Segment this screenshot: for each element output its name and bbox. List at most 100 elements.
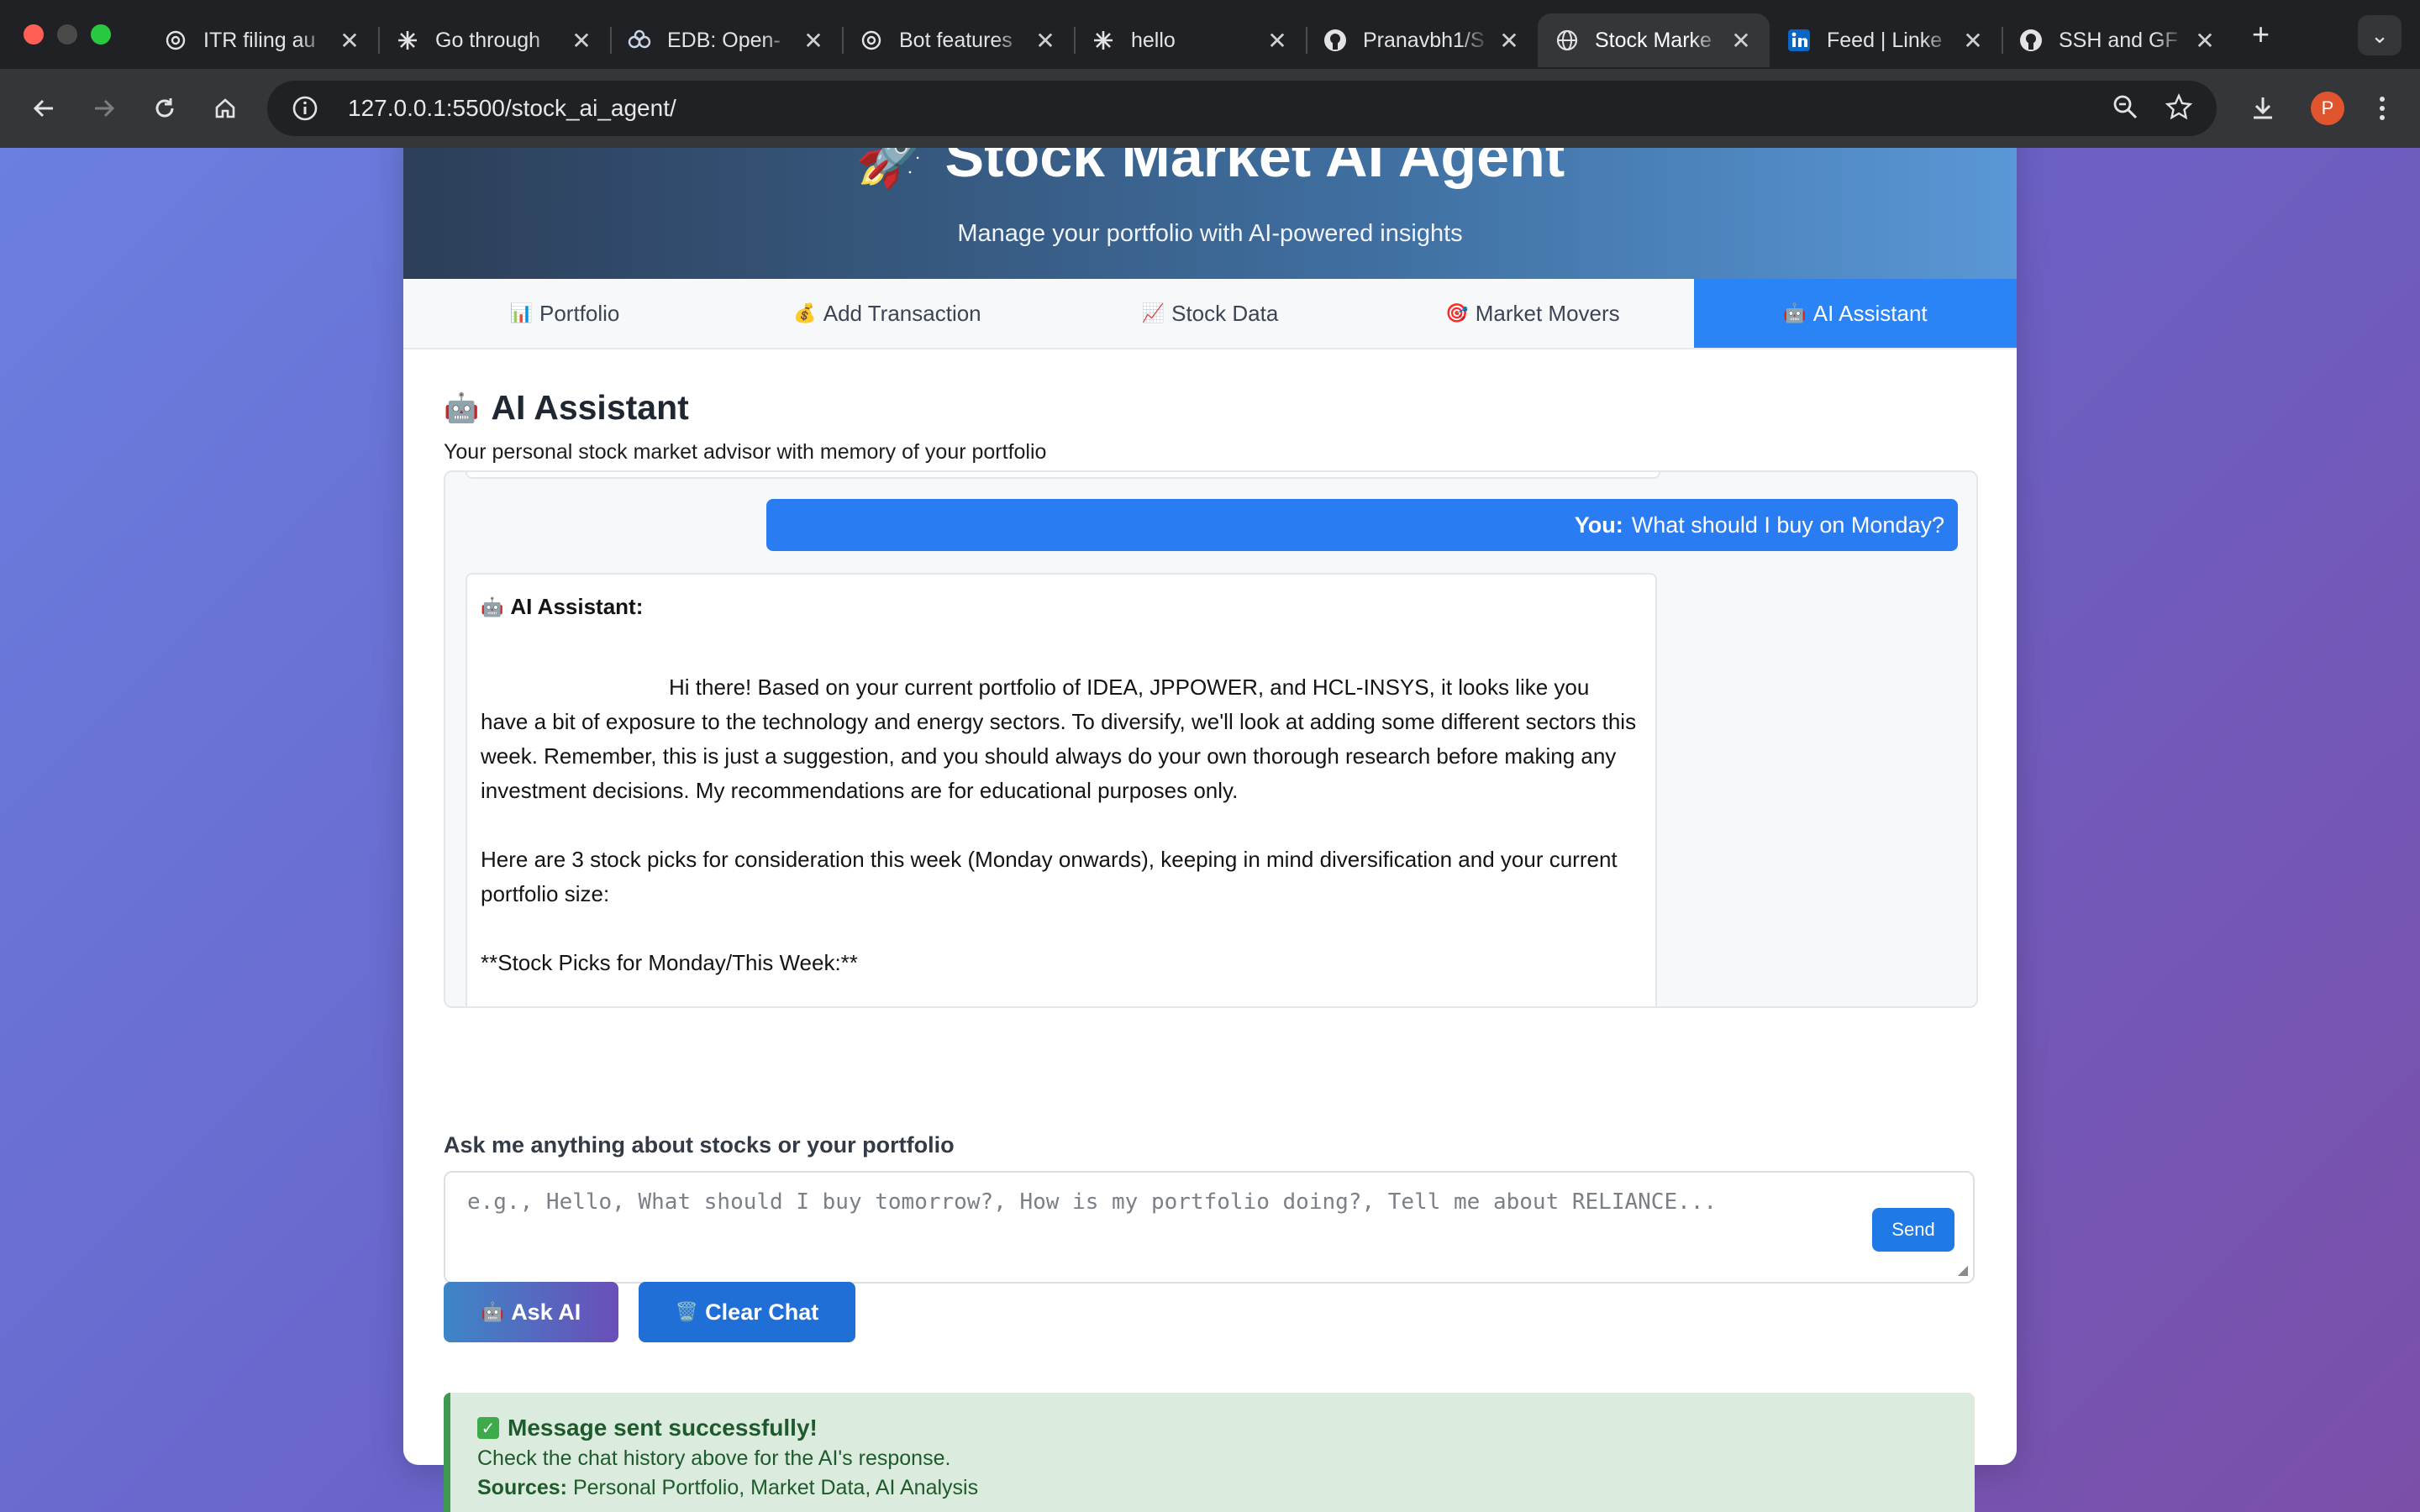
profile-avatar[interactable]: P xyxy=(2311,92,2344,125)
close-tab-icon[interactable]: ✕ xyxy=(1729,27,1753,55)
question-textarea[interactable]: e.g., Hello, What should I buy tomorrow?… xyxy=(444,1171,1975,1284)
ai-paragraph: **Stock Picks for Monday/This Week:** xyxy=(481,950,858,975)
tab-market-movers[interactable]: 🎯 Market Movers xyxy=(1371,279,1694,348)
browser-menu-kebab-icon[interactable] xyxy=(2378,94,2386,123)
browser-tab[interactable]: EDB: Open- ✕ xyxy=(610,13,842,67)
chat-history[interactable]: You: What should I buy on Monday? 🤖 AI A… xyxy=(444,470,1978,1008)
money-bag-icon: 💰 xyxy=(793,302,817,323)
user-message: You: What should I buy on Monday? xyxy=(766,499,1958,551)
user-message-prefix: You: xyxy=(1574,512,1623,538)
tab-label: Add Transaction xyxy=(823,300,981,326)
browser-tab[interactable]: Feed | Linke ✕ xyxy=(1770,13,2002,67)
close-tab-icon[interactable]: ✕ xyxy=(1265,27,1289,55)
close-tab-icon[interactable]: ✕ xyxy=(570,27,593,55)
check-icon: ✓ xyxy=(477,1417,499,1439)
sources-text: Personal Portfolio, Market Data, AI Anal… xyxy=(572,1476,979,1499)
tab-search-chevron-icon[interactable]: ⌄ xyxy=(2358,15,2402,55)
url-text[interactable]: 127.0.0.1:5500/stock_ai_agent/ xyxy=(348,95,676,122)
app-header: 🚀 Stock Market AI Agent Manage your port… xyxy=(403,148,2017,279)
robot-icon: 🤖 xyxy=(481,596,504,617)
ask-ai-button[interactable]: 🤖 Ask AI xyxy=(444,1282,618,1342)
github-icon xyxy=(1323,28,1348,53)
openai-icon xyxy=(859,28,884,53)
browser-tab[interactable]: Pranavbh1/S ✕ xyxy=(1306,13,1538,67)
send-button[interactable]: Send xyxy=(1872,1208,1954,1252)
resize-handle-icon[interactable]: ◢ xyxy=(1958,1262,1968,1278)
close-tab-icon[interactable]: ✕ xyxy=(1034,27,1057,55)
linkedin-icon xyxy=(1786,28,1812,53)
trend-chart-icon: 📈 xyxy=(1141,302,1165,323)
alert-sources: Sources: Personal Portfolio, Market Data… xyxy=(477,1476,1948,1500)
ai-paragraph: Hi there! Based on your current portfoli… xyxy=(481,675,1637,803)
browser-tab-title: Go through xyxy=(435,28,541,52)
app-subtitle: Manage your portfolio with AI-powered in… xyxy=(957,220,1463,247)
tab-add-transaction[interactable]: 💰 Add Transaction xyxy=(726,279,1049,348)
close-window-button[interactable] xyxy=(24,24,44,45)
browser-tab[interactable]: Go through ✕ xyxy=(378,13,610,67)
reload-icon[interactable] xyxy=(148,92,182,125)
trash-icon: 🗑️ xyxy=(675,1301,699,1322)
download-icon[interactable] xyxy=(2249,94,2277,123)
browser-tab-active[interactable]: Stock Marke ✕ xyxy=(1538,13,1770,67)
browser-tab[interactable]: SSH and GF ✕ xyxy=(2002,13,2233,67)
section-subtitle: Your personal stock market advisor with … xyxy=(444,440,1047,464)
browser-tab[interactable]: hello ✕ xyxy=(1074,13,1306,67)
alert-title-text: Message sent successfully! xyxy=(508,1415,818,1441)
robot-icon: 🤖 xyxy=(444,391,480,424)
browser-tab[interactable]: Bot features ✕ xyxy=(842,13,1074,67)
ai-message-body: Hi there! Based on your current portfoli… xyxy=(481,670,1642,980)
window-controls xyxy=(24,24,111,45)
ask-label: Ask me anything about stocks or your por… xyxy=(444,1132,955,1158)
ai-message: 🤖 AI Assistant: Hi there! Based on your … xyxy=(466,573,1657,1006)
close-tab-icon[interactable]: ✕ xyxy=(802,27,825,55)
new-tab-plus-icon[interactable]: + xyxy=(2252,17,2270,52)
clear-chat-label: Clear Chat xyxy=(705,1299,819,1325)
bar-chart-icon: 📊 xyxy=(509,302,533,323)
close-tab-icon[interactable]: ✕ xyxy=(1961,27,1985,55)
maximize-window-button[interactable] xyxy=(91,24,111,45)
zoom-icon[interactable] xyxy=(2111,92,2139,125)
openai-icon xyxy=(163,28,188,53)
ai-message-header: 🤖 AI Assistant: xyxy=(481,590,1642,624)
tab-label: AI Assistant xyxy=(1812,300,1928,326)
browser-tab[interactable]: ITR filing au ✕ xyxy=(146,13,378,67)
tab-portfolio[interactable]: 📊 Portfolio xyxy=(403,279,726,348)
github-icon xyxy=(2018,28,2044,53)
bookmark-star-icon[interactable] xyxy=(2165,92,2193,125)
browser-tab-title: Pranavbh1/S xyxy=(1363,28,1485,52)
home-icon[interactable] xyxy=(208,92,242,125)
minimize-window-button[interactable] xyxy=(57,24,77,45)
target-icon: 🎯 xyxy=(1445,302,1469,323)
close-tab-icon[interactable]: ✕ xyxy=(1497,27,1521,55)
robot-icon: 🤖 xyxy=(481,1301,505,1322)
alert-message: Check the chat history above for the AI'… xyxy=(477,1446,951,1470)
user-message-text: What should I buy on Monday? xyxy=(1631,512,1944,538)
claude-icon xyxy=(1091,28,1116,53)
browser-tab-title: EDB: Open- xyxy=(667,28,781,52)
address-bar[interactable]: 127.0.0.1:5500/stock_ai_agent/ xyxy=(267,81,2217,136)
close-tab-icon[interactable]: ✕ xyxy=(338,27,361,55)
tab-ai-assistant[interactable]: 🤖 AI Assistant xyxy=(1694,279,2017,348)
tab-label: Market Movers xyxy=(1475,300,1620,326)
clear-chat-button[interactable]: 🗑️ Clear Chat xyxy=(639,1282,855,1342)
browser-tab-title: Stock Marke xyxy=(1595,28,1712,52)
tab-stock-data[interactable]: 📈 Stock Data xyxy=(1049,279,1371,348)
tab-label: Portfolio xyxy=(539,300,620,326)
browser-tab-title: Feed | Linke xyxy=(1827,28,1943,52)
ask-ai-label: Ask AI xyxy=(511,1299,581,1325)
app-title-text: Stock Market AI Agent xyxy=(944,148,1565,189)
success-alert: ✓ Message sent successfully! Check the c… xyxy=(444,1393,1975,1512)
back-arrow-icon[interactable] xyxy=(27,92,60,125)
page-viewport: 🚀 Stock Market AI Agent Manage your port… xyxy=(0,148,2420,1512)
forward-arrow-icon[interactable] xyxy=(87,92,121,125)
browser-toolbar: 127.0.0.1:5500/stock_ai_agent/ P xyxy=(0,69,2420,148)
site-info-icon[interactable] xyxy=(291,94,319,123)
close-tab-icon[interactable]: ✕ xyxy=(2193,27,2217,55)
browser-tab-title: ITR filing au xyxy=(203,28,316,52)
tab-label: Stock Data xyxy=(1171,300,1279,326)
main-nav-tabs: 📊 Portfolio 💰 Add Transaction 📈 Stock Da… xyxy=(403,279,2017,349)
browser-tab-title: SSH and GF xyxy=(2059,28,2178,52)
section-title-text: AI Assistant xyxy=(491,388,689,427)
previous-message-edge xyxy=(466,472,1660,479)
app-title: 🚀 Stock Market AI Agent xyxy=(403,148,2017,198)
